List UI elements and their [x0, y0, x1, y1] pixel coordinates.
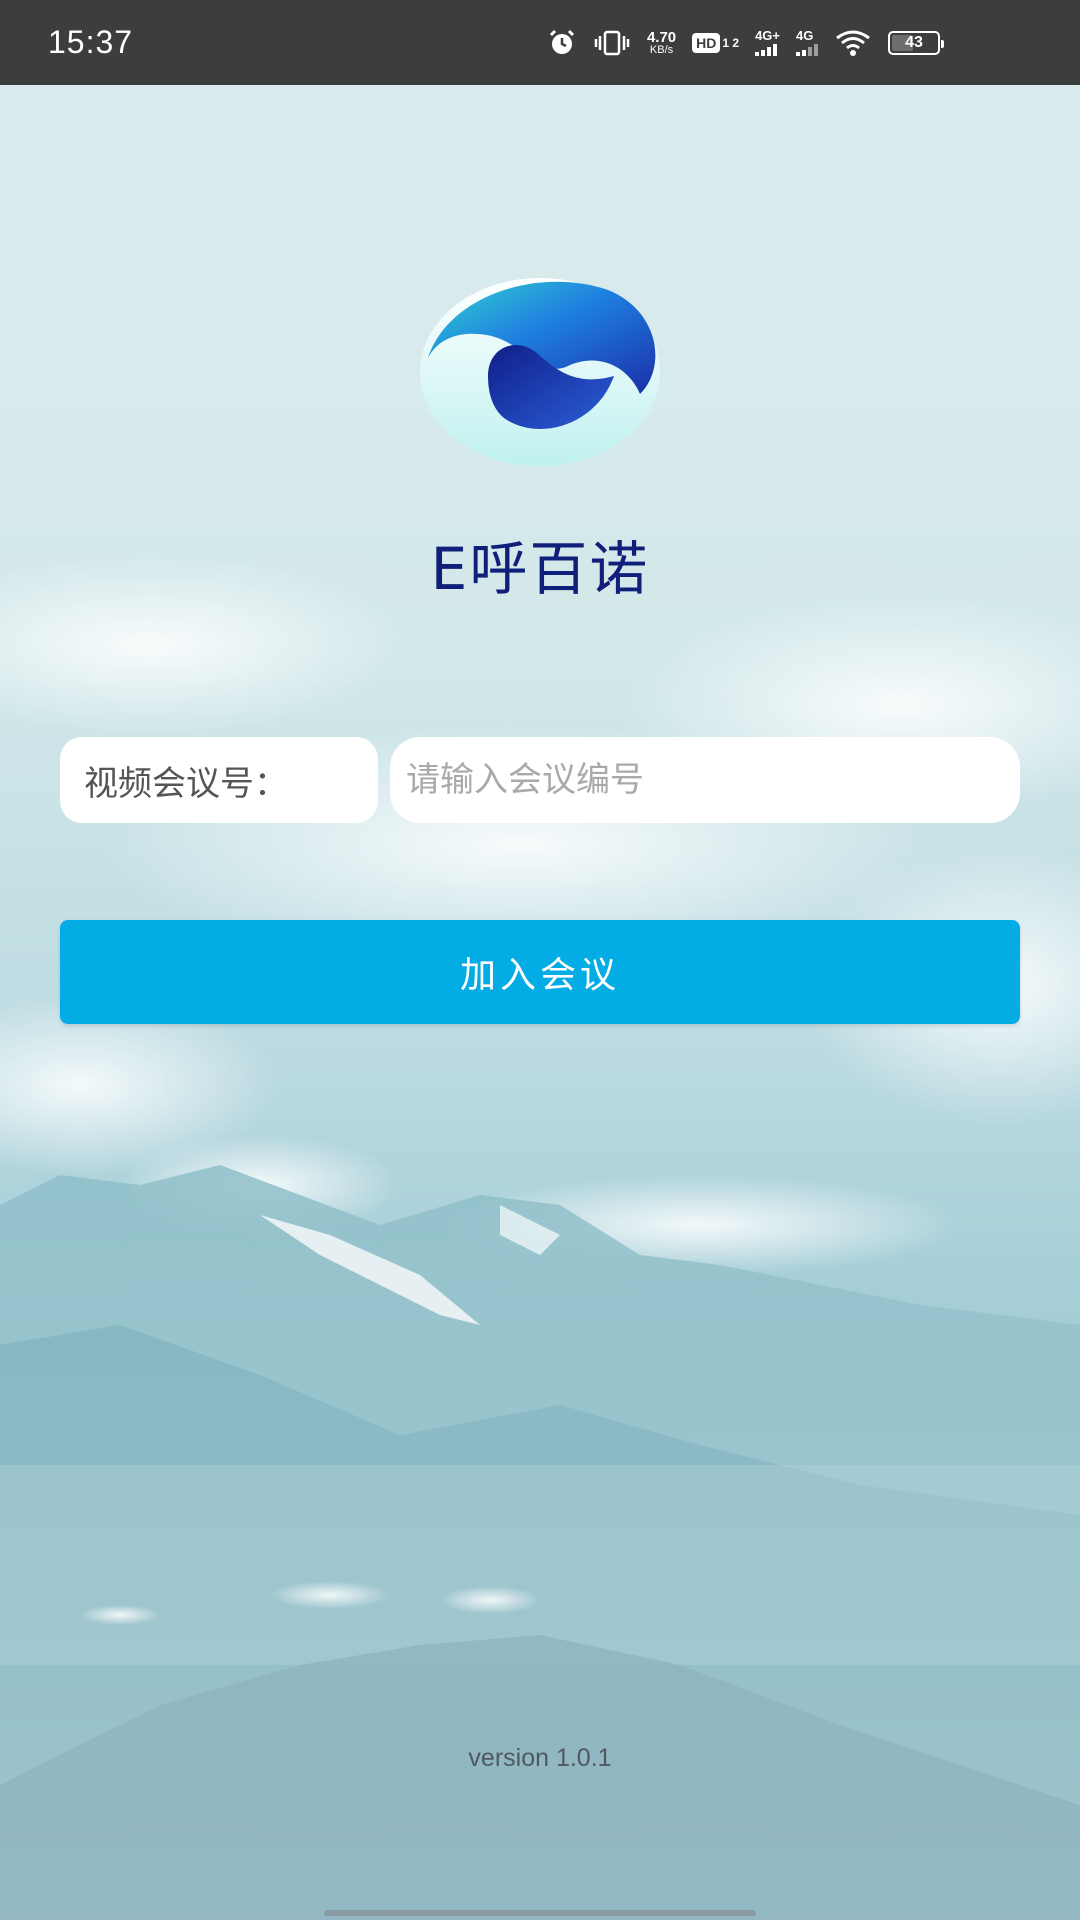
- hd-label: HD: [692, 32, 721, 53]
- signal1-label: 4G+: [755, 28, 780, 43]
- app-name: E呼百诺: [430, 535, 650, 603]
- logo-icon: [420, 278, 660, 466]
- status-time: 15:37: [48, 24, 134, 60]
- join-meeting-button[interactable]: 加入会议: [60, 920, 1020, 1024]
- meeting-number-input[interactable]: [390, 737, 1020, 823]
- app-logo: [418, 276, 662, 468]
- alarm-icon: [547, 28, 577, 58]
- net-speed-unit: KB/s: [649, 43, 674, 56]
- battery-icon: 43: [888, 30, 944, 55]
- status-bar: 15:37 4.70 KB/s HD 1 2 4G+ 4G 43: [0, 0, 1080, 85]
- net-speed-value: 4.70: [646, 28, 677, 46]
- signal-icon: 4G+: [755, 29, 780, 56]
- wifi-icon: [834, 29, 872, 57]
- vibrate-icon: [593, 28, 631, 58]
- hd-sub: 1 2: [722, 35, 740, 50]
- hd-voice-icon: HD 1 2: [692, 32, 740, 53]
- version-text: version 1.0.1: [468, 1744, 612, 1772]
- home-indicator[interactable]: [324, 1910, 756, 1916]
- battery-level: 43: [905, 33, 923, 51]
- status-icons: 4.70 KB/s HD 1 2 4G+ 4G 43: [547, 0, 944, 85]
- signal-icon-2: 4G: [796, 29, 818, 56]
- network-speed: 4.70 KB/s: [647, 30, 676, 56]
- signal2-label: 4G: [796, 28, 814, 43]
- meeting-number-label: 视频会议号：: [60, 737, 378, 823]
